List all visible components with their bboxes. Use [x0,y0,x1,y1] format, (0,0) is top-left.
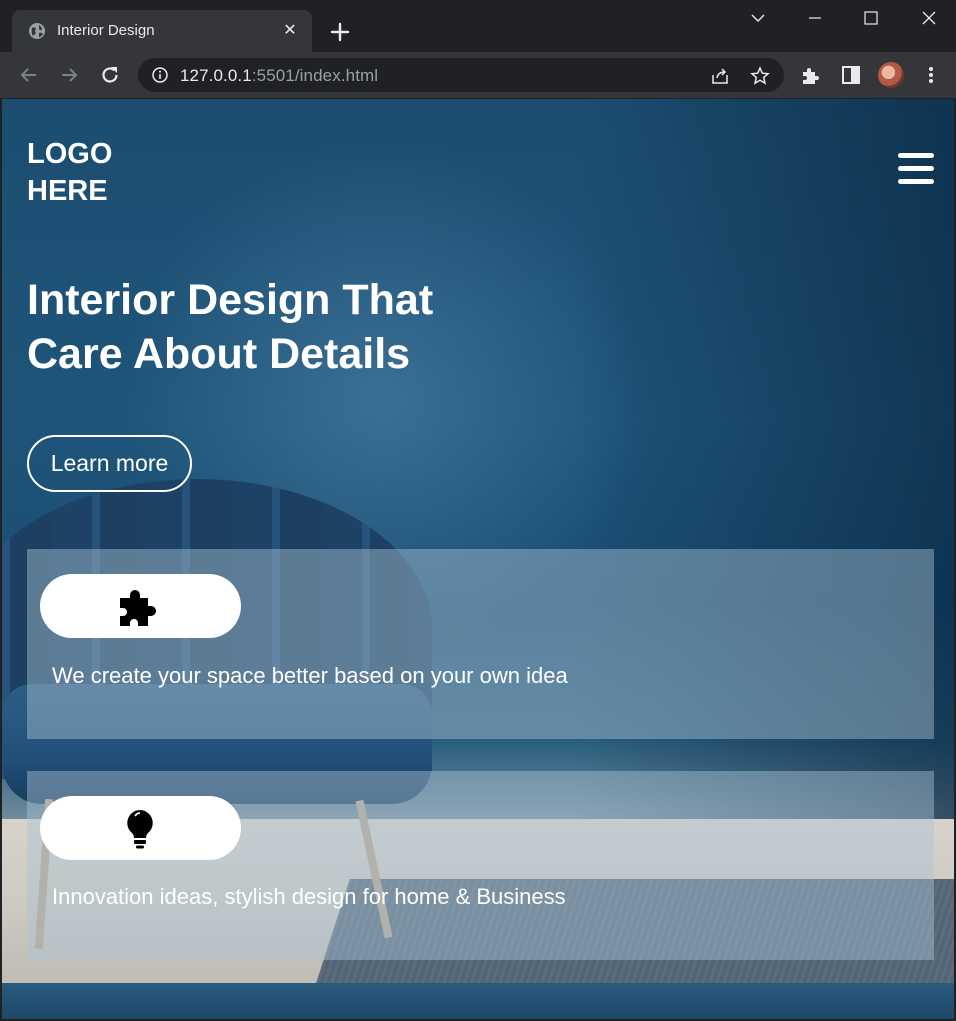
url-path: :5501/index.html [251,66,379,85]
feature-text: Innovation ideas, stylish design for hom… [52,884,566,909]
puzzle-icon [120,590,156,626]
minimize-icon[interactable] [795,6,835,30]
page-bottom-band [2,983,954,1019]
feature-icon-pill [40,796,241,860]
globe-icon [29,23,45,39]
page-viewport: LOGO HERE Interior Design That Care Abou… [2,99,954,1019]
url-host: 127.0.0.1 [180,66,252,85]
feature-card: We create your space better based on you… [27,549,934,739]
feature-text: We create your space better based on you… [52,663,568,688]
reload-icon[interactable] [98,63,122,87]
tab-search-icon[interactable] [738,6,778,30]
side-panel-icon[interactable] [840,64,862,86]
feature-icon-pill [40,574,241,638]
share-icon[interactable] [710,66,730,86]
tab-title: Interior Design [57,22,155,39]
browser-tab[interactable]: Interior Design ✕ [12,10,312,52]
learn-more-button[interactable]: Learn more [27,435,192,492]
extensions-icon[interactable] [799,64,821,86]
tab-strip: Interior Design ✕ [0,0,956,52]
feature-card: Innovation ideas, stylish design for hom… [27,771,934,960]
close-tab-icon[interactable]: ✕ [280,21,300,41]
window-close-icon[interactable] [909,6,949,30]
site-info-icon[interactable] [152,67,168,83]
lightbulb-icon [127,810,153,849]
address-bar[interactable]: 127.0.0.1:5501/index.html [138,58,784,92]
url-text: 127.0.0.1:5501/index.html [180,66,378,86]
back-icon[interactable] [17,63,41,87]
browser-toolbar: 127.0.0.1:5501/index.html [0,52,956,98]
hamburger-menu-icon[interactable] [898,153,934,187]
site-logo[interactable]: LOGO HERE [27,136,147,210]
menu-kebab-icon[interactable] [920,64,942,86]
maximize-icon[interactable] [851,6,891,30]
bookmark-star-icon[interactable] [750,66,770,86]
hero-title: Interior Design That Care About Details [27,276,434,378]
profile-avatar[interactable] [878,62,904,88]
new-tab-icon[interactable] [326,18,354,46]
forward-icon[interactable] [57,63,81,87]
